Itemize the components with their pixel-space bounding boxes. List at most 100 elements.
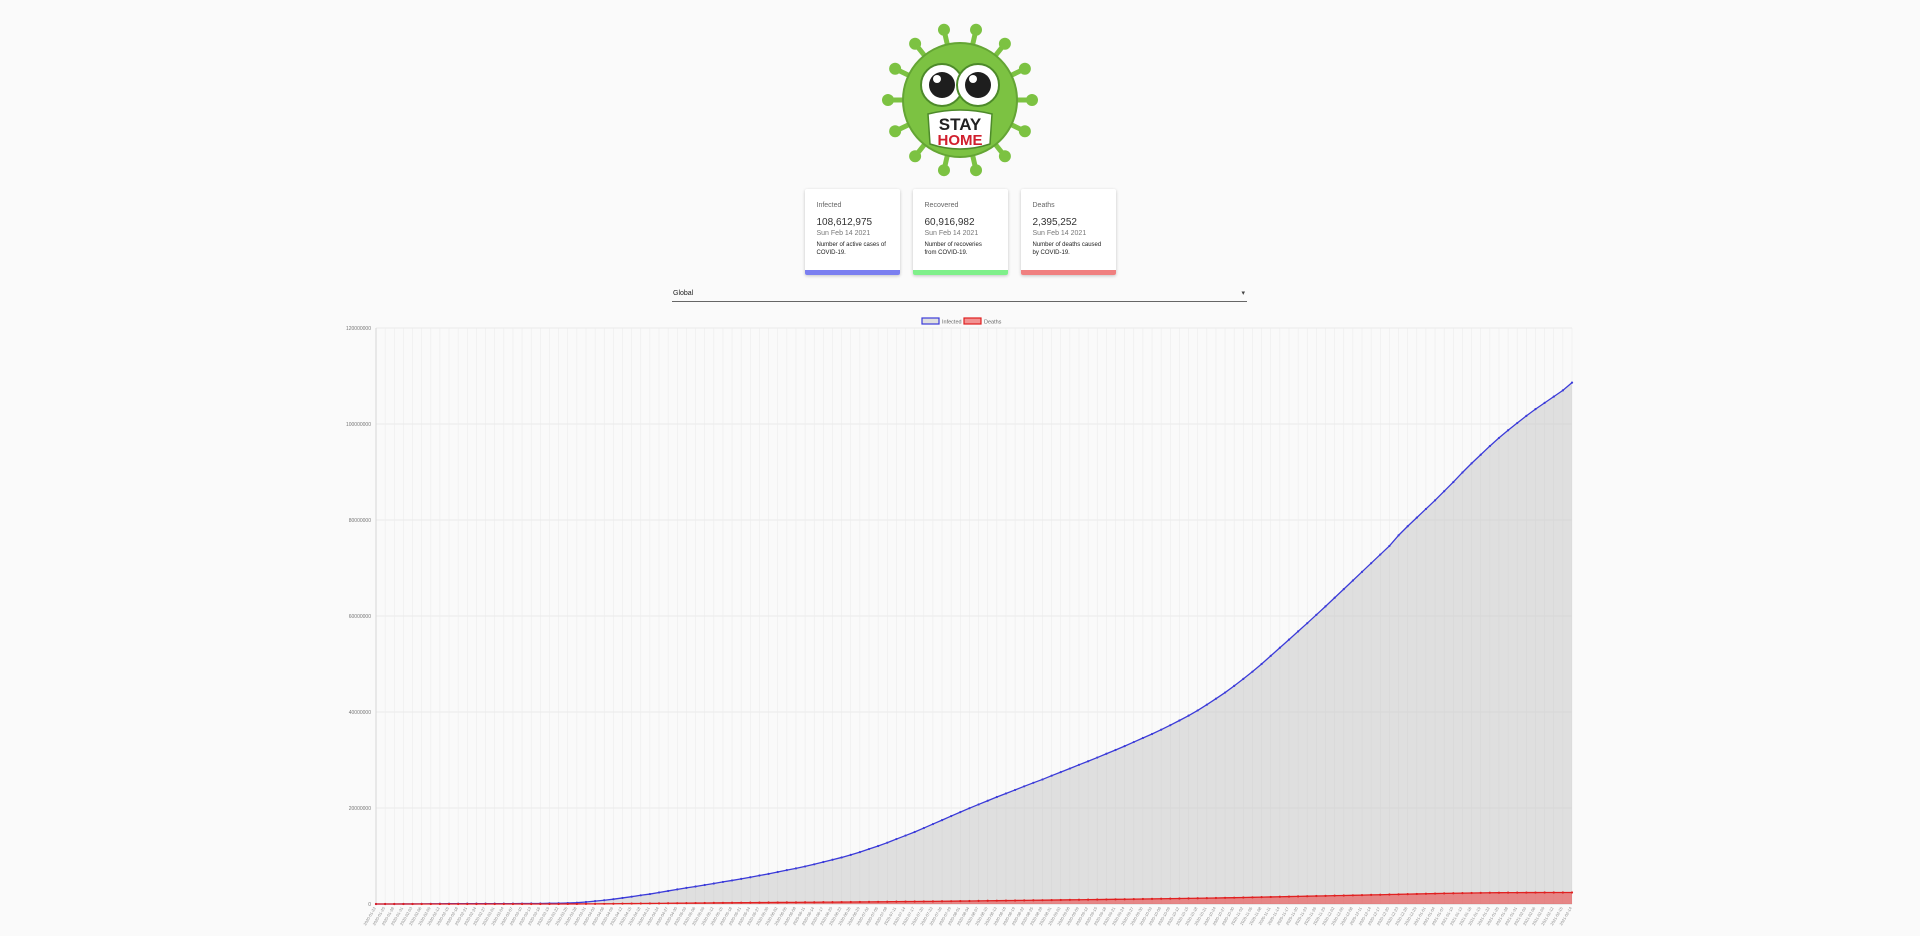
- data-point: [1406, 525, 1409, 528]
- data-point: [1023, 899, 1026, 902]
- data-point: [1561, 389, 1564, 392]
- data-point: [730, 879, 734, 882]
- data-point: [594, 902, 597, 905]
- data-point: [1351, 579, 1354, 582]
- data-point: [603, 902, 606, 905]
- data-point: [685, 902, 688, 905]
- data-point: [849, 853, 852, 856]
- data-point: [1123, 745, 1126, 748]
- data-point: [1068, 898, 1071, 901]
- data-point: [1370, 893, 1373, 897]
- card-value: 60,916,982: [924, 217, 975, 228]
- region-select[interactable]: Global ▾: [672, 286, 1247, 302]
- data-point: [977, 803, 980, 806]
- data-point: [959, 899, 962, 903]
- data-point: [1297, 630, 1300, 633]
- data-point: [1196, 897, 1199, 900]
- data-point: [539, 902, 542, 906]
- data-point: [895, 900, 898, 903]
- data-point: [1196, 709, 1199, 712]
- data-point: [1150, 897, 1154, 900]
- data-point: [621, 902, 624, 905]
- data-point: [374, 902, 378, 906]
- data-point: [612, 902, 615, 905]
- virus-spike-tip: [1018, 125, 1031, 138]
- legend-swatch: [963, 317, 982, 325]
- data-point: [794, 901, 798, 904]
- card-date: Sun Feb 14 2021: [924, 230, 979, 237]
- data-point: [1315, 894, 1318, 898]
- data-point: [1351, 894, 1354, 897]
- data-point: [1360, 893, 1364, 897]
- data-point: [877, 900, 880, 903]
- card-description: Number of active cases of COVID-19.: [816, 242, 886, 256]
- data-point: [913, 900, 916, 903]
- data-point: [785, 869, 788, 872]
- data-point: [1570, 891, 1574, 894]
- card-title: Recovered: [924, 202, 959, 209]
- virus-spike-tip: [1026, 94, 1038, 106]
- data-point: [1169, 897, 1172, 900]
- data-point: [813, 901, 816, 904]
- data-point: [457, 902, 460, 906]
- y-tick-label: 120000000: [346, 326, 371, 332]
- data-point: [895, 837, 898, 841]
- legend-label[interactable]: Deaths: [984, 320, 1002, 326]
- virus-spike-tip: [998, 37, 1011, 50]
- card-date: Sun Feb 14 2021: [1032, 230, 1087, 237]
- data-point: [1059, 771, 1062, 774]
- data-point: [1214, 896, 1218, 900]
- data-point: [794, 867, 798, 870]
- data-point: [995, 899, 998, 902]
- data-point: [1525, 891, 1528, 894]
- data-point: [986, 799, 989, 802]
- data-point: [1370, 562, 1373, 565]
- virus-spike-tip: [889, 62, 902, 75]
- y-tick-label: 40000000: [349, 710, 371, 716]
- data-point: [1278, 895, 1281, 898]
- data-point: [1068, 767, 1071, 770]
- virus-spike-tip: [1018, 62, 1031, 75]
- data-point: [1050, 774, 1053, 777]
- chart-legend[interactable]: Infected Deaths: [921, 317, 1002, 326]
- virus-spike-tip: [970, 164, 983, 177]
- data-point: [1041, 899, 1044, 902]
- virus-spike-tip: [882, 94, 894, 106]
- data-point: [1552, 395, 1555, 398]
- data-point: [1087, 898, 1090, 901]
- data-point: [1516, 421, 1519, 425]
- data-point: [466, 902, 469, 906]
- data-point: [867, 900, 871, 903]
- data-point: [1534, 891, 1537, 894]
- data-point: [1096, 898, 1099, 901]
- virus-spike-tip: [909, 150, 922, 163]
- data-point: [520, 902, 524, 906]
- data-point: [1077, 898, 1081, 901]
- data-point: [1543, 891, 1546, 894]
- region-select-value: Global: [673, 290, 694, 297]
- data-point: [1424, 507, 1428, 511]
- data-point: [1105, 752, 1108, 755]
- y-tick-label: 80000000: [349, 518, 371, 524]
- data-point: [913, 830, 916, 834]
- data-point: [1497, 436, 1501, 440]
- data-point: [849, 900, 852, 904]
- data-point: [1004, 792, 1008, 795]
- data-point: [411, 902, 414, 906]
- data-point: [1470, 462, 1473, 465]
- data-point: [1461, 892, 1464, 895]
- data-point: [721, 880, 725, 884]
- data-point: [630, 895, 633, 898]
- data-point: [667, 902, 670, 905]
- data-point: [639, 894, 642, 897]
- data-point: [904, 900, 907, 903]
- data-point: [1132, 740, 1135, 744]
- virus-spike-tip: [970, 23, 983, 36]
- virus-spike-tip: [889, 125, 902, 138]
- data-point: [831, 858, 834, 861]
- data-point: [922, 826, 925, 830]
- data-point: [1287, 638, 1291, 641]
- data-point: [676, 902, 679, 905]
- legend-label[interactable]: Infected: [942, 320, 962, 326]
- data-point: [1205, 703, 1208, 706]
